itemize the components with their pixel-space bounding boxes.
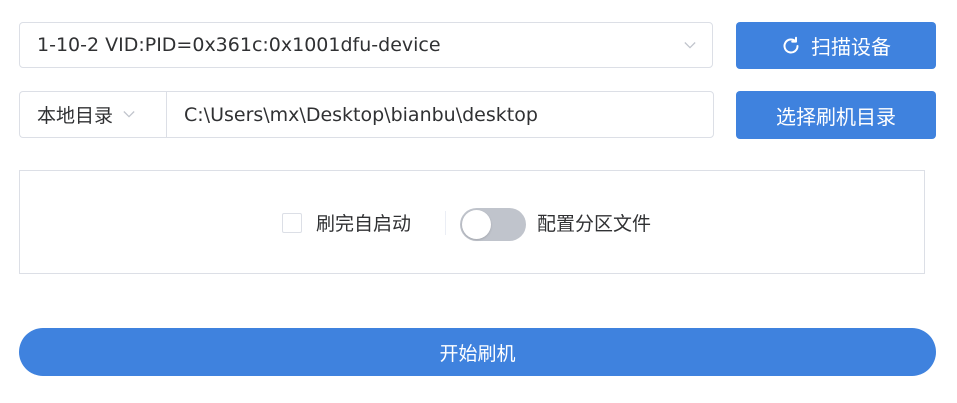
options-panel: 刷完自启动 配置分区文件 [19, 170, 925, 274]
flash-tool-window: 1-10-2 VID:PID=0x361c:0x1001dfu-device 扫… [0, 0, 957, 403]
flash-directory-input[interactable]: C:\Users\mx\Desktop\bianbu\desktop [166, 91, 714, 138]
partition-config-switch[interactable] [460, 208, 526, 241]
choose-directory-button[interactable]: 选择刷机目录 [736, 91, 936, 139]
switch-knob [462, 210, 491, 239]
scan-devices-label: 扫描设备 [811, 35, 891, 59]
chevron-down-icon [123, 109, 135, 121]
auto-reboot-checkbox[interactable] [282, 213, 302, 233]
start-flash-button[interactable]: 开始刷机 [19, 328, 936, 376]
device-select[interactable]: 1-10-2 VID:PID=0x361c:0x1001dfu-device [19, 22, 713, 68]
partition-config-label: 配置分区文件 [537, 213, 652, 235]
source-select-value: 本地目录 [37, 105, 114, 127]
device-select-value: 1-10-2 VID:PID=0x361c:0x1001dfu-device [37, 34, 441, 56]
chevron-down-icon [684, 39, 696, 51]
options-divider [445, 211, 446, 235]
refresh-icon [781, 36, 801, 56]
scan-devices-button[interactable]: 扫描设备 [736, 22, 936, 69]
source-select[interactable]: 本地目录 [19, 91, 167, 138]
auto-reboot-label[interactable]: 刷完自启动 [316, 209, 411, 236]
